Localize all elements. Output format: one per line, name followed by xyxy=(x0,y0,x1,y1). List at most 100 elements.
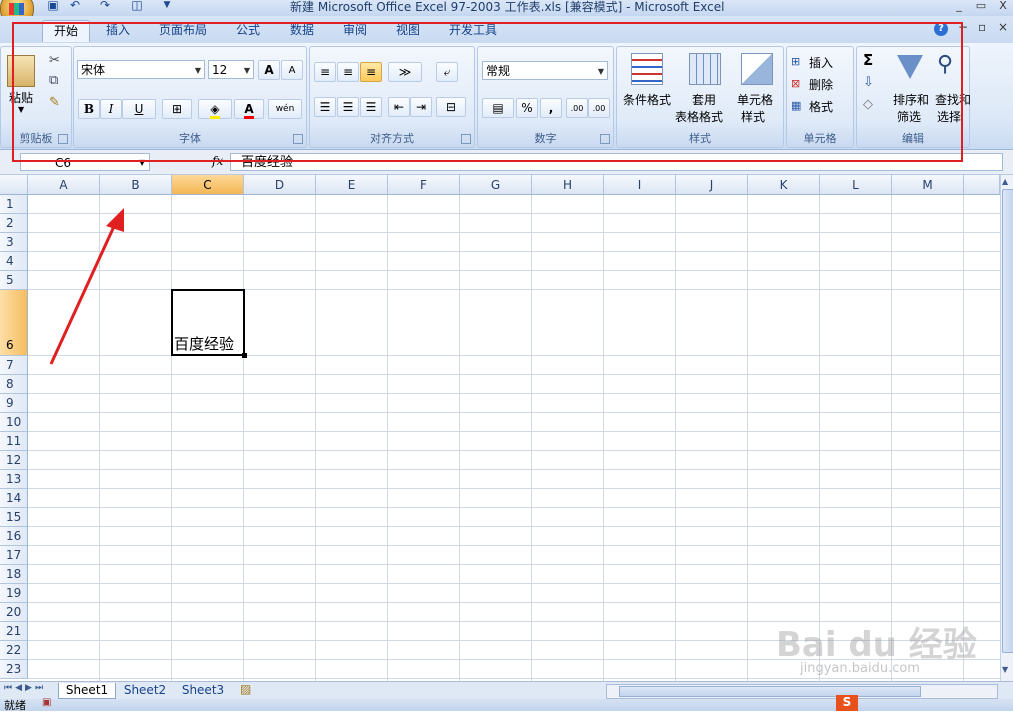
print-preview-icon[interactable]: ◫ xyxy=(130,0,144,12)
horizontal-scroll-thumb[interactable] xyxy=(619,686,921,697)
gridline xyxy=(243,195,244,681)
gridline xyxy=(28,374,1000,375)
scroll-up-icon[interactable]: ▲ xyxy=(1002,177,1008,186)
gridline xyxy=(28,251,1000,252)
gridline xyxy=(28,526,1000,527)
row-header[interactable]: 8 xyxy=(0,375,28,394)
gridline xyxy=(28,469,1000,470)
row-header[interactable]: 14 xyxy=(0,489,28,508)
vertical-scrollbar[interactable]: ▲ ▼ xyxy=(1000,175,1013,681)
row-header[interactable]: 18 xyxy=(0,565,28,584)
window-title: 新建 Microsoft Office Excel 97-2003 工作表.xl… xyxy=(290,0,725,14)
row-header[interactable]: 2 xyxy=(0,214,28,233)
gridline xyxy=(171,195,172,681)
restore-button[interactable]: ▭ xyxy=(972,0,990,12)
column-header[interactable]: H xyxy=(532,175,604,195)
worksheet-grid[interactable]: A B C D E F G H I J K L M 1 2 3 4 5 6 7 … xyxy=(0,175,1000,681)
gridline xyxy=(28,678,1000,679)
column-header[interactable]: E xyxy=(316,175,388,195)
sheet-tab-2[interactable]: Sheet2 xyxy=(118,683,172,698)
row-header[interactable]: 12 xyxy=(0,451,28,470)
scroll-thumb[interactable] xyxy=(1002,189,1013,653)
row-header[interactable]: 10 xyxy=(0,413,28,432)
gridline xyxy=(28,412,1000,413)
gridline xyxy=(28,450,1000,451)
column-header[interactable]: F xyxy=(388,175,460,195)
row-header[interactable]: 9 xyxy=(0,394,28,413)
column-header[interactable] xyxy=(964,175,1000,195)
save-icon[interactable]: ▣ xyxy=(46,0,60,12)
watermark-url: jingyan.baidu.com xyxy=(800,661,920,676)
gridline xyxy=(387,195,388,681)
gridline xyxy=(28,431,1000,432)
sheet-tab-3[interactable]: Sheet3 xyxy=(176,683,230,698)
office-logo-icon xyxy=(9,3,24,15)
row-header[interactable]: 7 xyxy=(0,356,28,375)
column-header[interactable]: D xyxy=(244,175,316,195)
row-header[interactable]: 4 xyxy=(0,252,28,271)
minimize-button[interactable]: _ xyxy=(950,0,968,12)
ribbon-close-button[interactable]: × xyxy=(998,20,1008,34)
gridline xyxy=(747,195,748,681)
input-method-logo-icon[interactable]: S xyxy=(836,695,858,711)
row-header[interactable]: 23 xyxy=(0,660,28,679)
row-header[interactable]: 13 xyxy=(0,470,28,489)
annotation-arrow-head xyxy=(106,208,124,232)
scroll-down-icon[interactable]: ▼ xyxy=(1002,665,1008,674)
sheet-nav-icons[interactable]: ⏮◀▶⏭ xyxy=(4,683,46,693)
column-header[interactable]: A xyxy=(28,175,100,195)
undo-icon[interactable]: ↶ xyxy=(68,0,82,12)
column-header[interactable]: I xyxy=(604,175,676,195)
gridline xyxy=(28,564,1000,565)
row-header[interactable]: 6 xyxy=(0,290,28,356)
gridline xyxy=(28,393,1000,394)
redo-icon[interactable]: ↷ xyxy=(98,0,112,12)
sheet-tabs-bar: ⏮◀▶⏭ Sheet1 Sheet2 Sheet3 ▨ xyxy=(0,681,1013,700)
macro-record-icon[interactable]: ▣ xyxy=(42,697,51,708)
gridline xyxy=(28,488,1000,489)
select-all-button[interactable] xyxy=(0,175,28,195)
row-header[interactable]: 16 xyxy=(0,527,28,546)
row-header[interactable]: 21 xyxy=(0,622,28,641)
annotation-arrow-line xyxy=(49,221,118,365)
fill-handle[interactable] xyxy=(242,353,247,358)
column-header[interactable]: L xyxy=(820,175,892,195)
active-cell-c6[interactable]: 百度经验 xyxy=(171,289,247,358)
customize-qat-icon[interactable]: ▼ xyxy=(160,0,174,12)
horizontal-scrollbar[interactable] xyxy=(606,684,998,699)
row-header[interactable]: 19 xyxy=(0,584,28,603)
row-header[interactable]: 5 xyxy=(0,271,28,290)
sheet-tab-1[interactable]: Sheet1 xyxy=(58,683,116,699)
gridline xyxy=(819,195,820,681)
gridline xyxy=(891,195,892,681)
row-header[interactable]: 22 xyxy=(0,641,28,660)
close-button[interactable]: X xyxy=(994,0,1012,12)
ribbon-restore-button[interactable]: ▫ xyxy=(978,20,986,34)
row-header[interactable]: 20 xyxy=(0,603,28,622)
gridline xyxy=(603,195,604,681)
status-bar: 就绪 ▣ S xyxy=(0,695,1013,712)
gridline xyxy=(315,195,316,681)
column-header[interactable]: G xyxy=(460,175,532,195)
column-header[interactable]: B xyxy=(100,175,172,195)
gridline xyxy=(28,583,1000,584)
gridline xyxy=(28,213,1000,214)
cell-c6-text: 百度经验 xyxy=(174,335,235,353)
insert-sheet-icon[interactable]: ▨ xyxy=(240,682,251,696)
column-header[interactable]: K xyxy=(748,175,820,195)
column-header[interactable]: C xyxy=(172,175,244,195)
gridline xyxy=(675,195,676,681)
row-header[interactable]: 1 xyxy=(0,195,28,214)
annotation-rectangle xyxy=(12,22,963,162)
row-header[interactable]: 3 xyxy=(0,233,28,252)
row-header[interactable]: 17 xyxy=(0,546,28,565)
column-header[interactable]: M xyxy=(892,175,964,195)
row-header[interactable]: 11 xyxy=(0,432,28,451)
gridline xyxy=(963,195,964,681)
column-header[interactable]: J xyxy=(676,175,748,195)
annotation-arrow xyxy=(49,208,124,365)
gridline xyxy=(28,507,1000,508)
row-header[interactable]: 15 xyxy=(0,508,28,527)
gridline xyxy=(459,195,460,681)
gridline xyxy=(28,232,1000,233)
